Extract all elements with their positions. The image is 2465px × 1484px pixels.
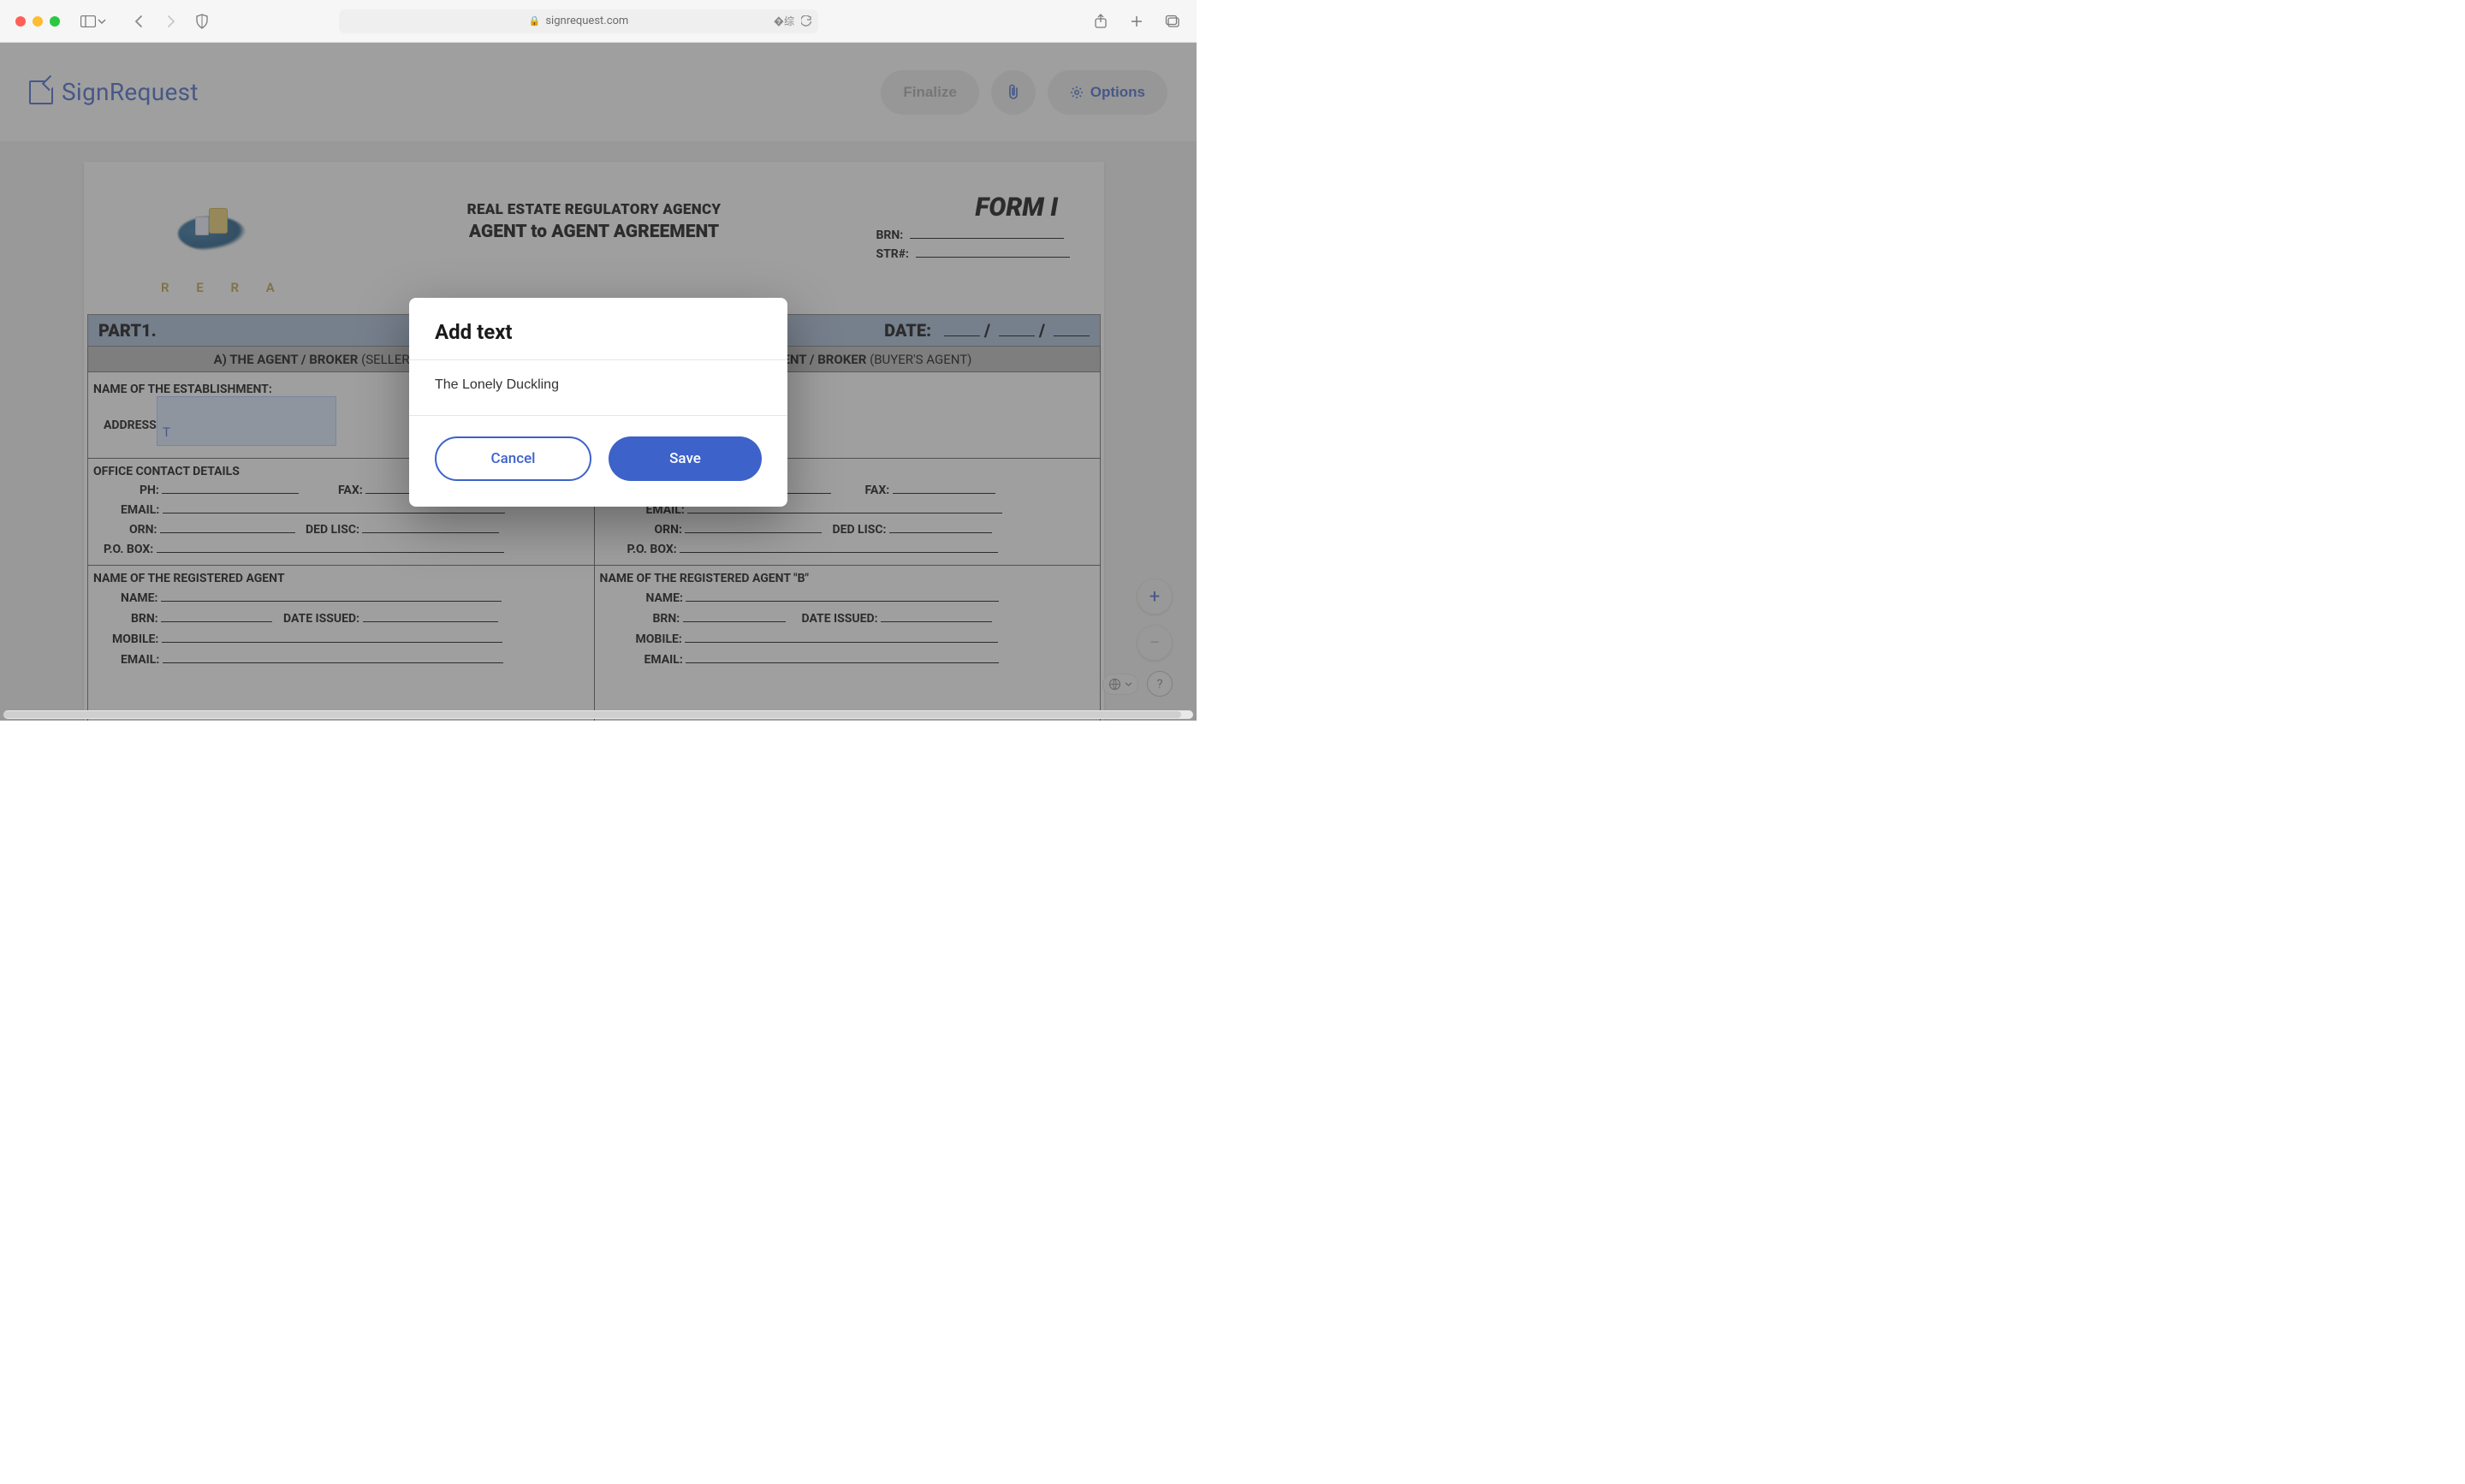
- sidebar-toggle-button[interactable]: [80, 15, 106, 27]
- forward-button[interactable]: [163, 13, 180, 30]
- horizontal-scrollbar[interactable]: [3, 710, 1193, 719]
- lock-icon: 🔒: [529, 15, 541, 27]
- privacy-shield-icon[interactable]: [195, 14, 209, 29]
- browser-chrome: 🔒 signrequest.com �综: [0, 0, 1197, 43]
- add-text-input[interactable]: [435, 376, 762, 395]
- chevron-down-icon: [98, 17, 106, 26]
- reload-icon[interactable]: [801, 15, 811, 27]
- window-close-button[interactable]: [15, 16, 26, 27]
- save-button[interactable]: Save: [609, 436, 762, 481]
- url-text: signrequest.com: [545, 15, 628, 27]
- modal-title: Add text: [435, 320, 762, 344]
- add-text-modal: Add text Cancel Save: [409, 298, 787, 507]
- app-viewport: SignRequest Finalize Options FORM I REAL…: [0, 43, 1197, 721]
- window-traffic-lights: [15, 16, 60, 27]
- share-button[interactable]: [1092, 13, 1109, 30]
- window-minimize-button[interactable]: [33, 16, 43, 27]
- tab-overview-button[interactable]: [1164, 13, 1181, 30]
- window-zoom-button[interactable]: [50, 16, 60, 27]
- back-button[interactable]: [130, 13, 147, 30]
- url-bar[interactable]: 🔒 signrequest.com �综: [339, 9, 818, 33]
- translate-icon[interactable]: �综: [774, 14, 794, 28]
- cancel-button[interactable]: Cancel: [435, 436, 591, 481]
- new-tab-button[interactable]: [1128, 13, 1145, 30]
